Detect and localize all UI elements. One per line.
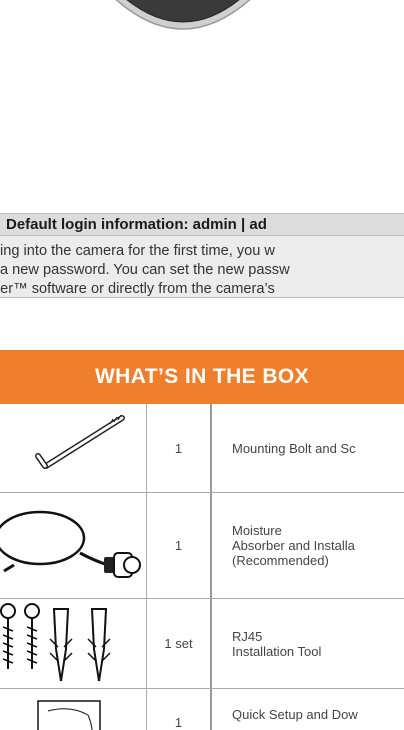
item-quantity: 1 (147, 689, 212, 730)
mounting-template-icon (0, 689, 147, 730)
whats-in-the-box-header: WHAT’S IN THE BOX (0, 350, 404, 404)
allen-key-icon (0, 404, 147, 492)
item-quantity: 1 set (147, 599, 212, 688)
table-row: 1 Mounting Bolt and Sc (0, 404, 404, 493)
item-description-line: RJ45 (232, 628, 263, 644)
default-login-bar: Default login information: admin | ad (0, 213, 404, 236)
table-row: 1 Moisture Absorber and Installa (Recomm… (0, 493, 404, 599)
cable-connector-icon (0, 493, 147, 598)
item-description: Quick Setup and Dow (214, 689, 404, 730)
info-line-3: der™ software or directly from the camer… (0, 281, 275, 297)
item-quantity: 1 (147, 404, 212, 492)
item-description: Mounting Bolt and Sc (214, 404, 404, 492)
item-description-line: Absorber and Installa (232, 538, 355, 553)
info-line-2: a new password. You can set the new pass… (0, 262, 290, 278)
item-description-line: Quick Setup and Dow (232, 707, 358, 722)
item-description-line: Moisture (232, 523, 282, 538)
box-contents-table: 1 Mounting Bolt and Sc 1 Moisture Absorb… (0, 404, 404, 730)
item-description-line: Mounting Bolt and Sc (232, 440, 356, 456)
item-quantity: 1 (147, 493, 212, 598)
password-info-box: ing into the camera for the first time, … (0, 236, 404, 298)
item-description-line: Installation Tool (232, 643, 322, 659)
default-login-text: Default login information: admin | ad (6, 216, 267, 233)
item-description-line: (Recommended) (232, 553, 329, 568)
item-description: RJ45 Installation Tool (214, 599, 404, 688)
table-row: 1 set RJ45 Installation Tool (0, 599, 404, 689)
table-row: 1 Quick Setup and Dow (0, 689, 404, 730)
screws-anchors-icon (0, 599, 147, 688)
camera-dome-image (115, 0, 251, 30)
info-line-1: ing into the camera for the first time, … (0, 243, 275, 259)
item-description: Moisture Absorber and Installa (Recommen… (214, 493, 404, 598)
